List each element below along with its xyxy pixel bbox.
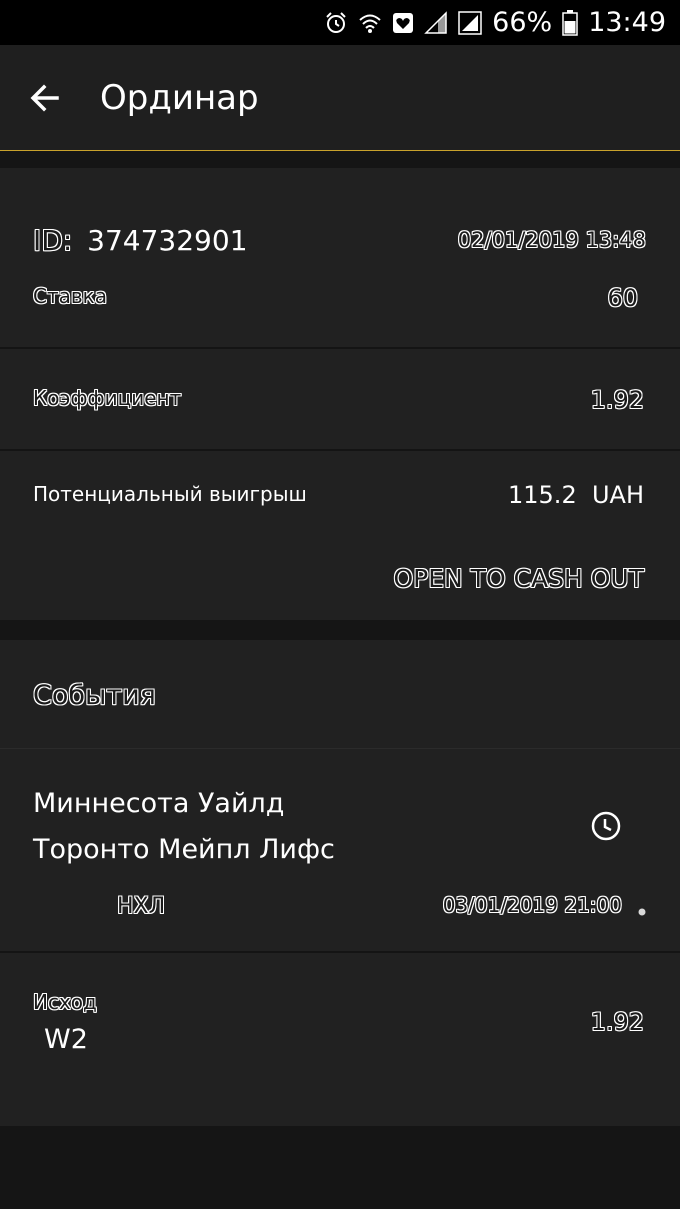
row-divider <box>0 748 680 749</box>
row-divider <box>0 449 680 451</box>
back-button[interactable] <box>0 45 90 151</box>
odds-value: 1.92 <box>590 386 644 414</box>
outcome-value: W2 <box>44 1024 88 1055</box>
signal-icon <box>424 10 448 35</box>
wifi-icon <box>358 11 382 35</box>
page-title: Ординар <box>100 78 259 118</box>
events-header: События <box>33 680 156 711</box>
battery-icon <box>562 9 578 36</box>
stake-label: Ставка <box>33 284 107 308</box>
arrow-left-icon <box>30 84 59 112</box>
potential-win-value: 115.2 UAH <box>508 481 644 509</box>
alarm-icon <box>324 11 348 35</box>
accent-divider <box>0 150 680 151</box>
outcome-label: Исход <box>33 990 97 1014</box>
event-datetime: 03/01/2019 21:00 <box>442 893 622 917</box>
battery-percent: 66% <box>492 7 553 38</box>
outcome-odds: 1.92 <box>590 1008 644 1036</box>
event-team-away: Торонто Мейпл Лифс <box>33 834 335 865</box>
bet-datetime: 02/01/2019 13:48 <box>457 228 646 252</box>
cash-out-status[interactable]: OPEN TO CASH OUT <box>393 564 644 593</box>
odds-label: Коэффициент <box>33 386 182 410</box>
live-dot-icon <box>638 901 646 920</box>
bet-id-value: 374732901 <box>87 224 248 257</box>
event-team-home: Миннесота Уайлд <box>33 788 285 819</box>
bet-summary-card: ID: 374732901 02/01/2019 13:48 Ставка 60… <box>0 168 680 620</box>
potential-win-label: Потенциальный выигрыш <box>33 482 307 506</box>
clock-time: 13:49 <box>588 7 666 38</box>
heart-notification-icon <box>392 11 414 35</box>
clock-icon <box>590 810 622 846</box>
screen: 66% 13:49 Ординар ID: 374732901 02/01/20… <box>0 0 680 1209</box>
events-card: События Миннесота Уайлд Торонто Мейпл Ли… <box>0 640 680 1126</box>
stake-value: 60 <box>607 284 638 312</box>
event-league: НХЛ <box>117 894 166 919</box>
row-divider <box>0 951 680 953</box>
status-bar: 66% 13:49 <box>0 0 680 45</box>
app-bar: Ординар <box>0 45 680 151</box>
bet-id: ID: 374732901 <box>33 224 248 257</box>
bet-id-label: ID: <box>33 224 73 257</box>
signal-icon <box>458 10 482 35</box>
row-divider <box>0 347 680 349</box>
